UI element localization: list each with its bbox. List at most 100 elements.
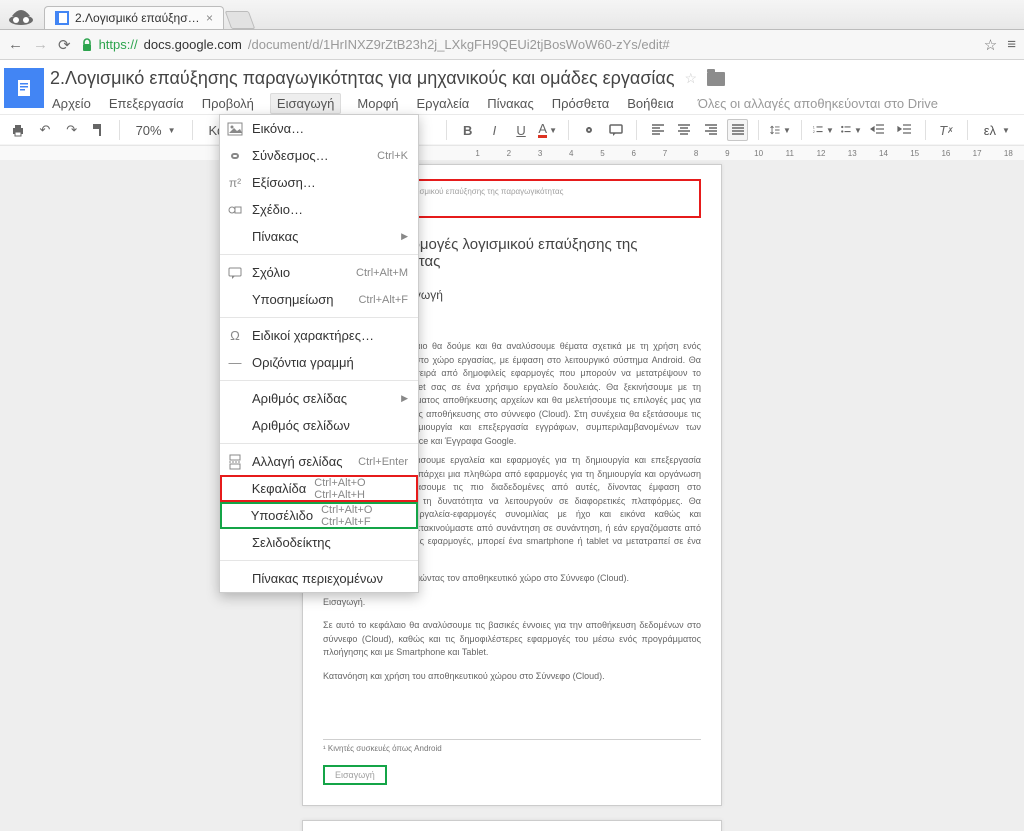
close-tab-icon[interactable]: × [206,11,213,25]
ruler-tick: 5 [587,149,618,158]
ruler-tick: 6 [618,149,649,158]
menu-insert[interactable]: Εισαγωγή [270,93,341,114]
link-icon [226,147,244,165]
menu-item-label: Εξίσωση… [252,175,408,190]
new-tab-button[interactable] [225,11,256,29]
blank-icon [226,417,244,435]
menu-bar: Αρχείο Επεξεργασία Προβολή Εισαγωγή Μορφ… [50,93,1024,114]
menu-item-πίνακας-περιεχομένων[interactable]: Πίνακας περιεχομένων [220,565,418,592]
folder-icon[interactable] [707,72,725,86]
svg-text:2: 2 [813,130,815,134]
menu-item-οριζόντια-γραμμή[interactable]: —Οριζόντια γραμμή [220,349,418,376]
menu-item-shortcut: Ctrl+Alt+F [358,294,408,306]
menu-addons[interactable]: Πρόσθετα [550,93,612,114]
menu-item-σχόλιο[interactable]: Σχόλιο Ctrl+Alt+M [220,259,418,286]
menu-help[interactable]: Βοήθεια [625,93,676,114]
input-tools-button[interactable]: ελ▼ [978,123,1016,138]
docs-app-icon[interactable] [4,68,44,108]
menu-item-αριθμός-σελίδων[interactable]: Αριθμός σελίδων [220,412,418,439]
menu-item-σχέδιο-[interactable]: Σχέδιο… [220,196,418,223]
lang-value: ελ [984,123,996,138]
menu-item-label: Σχόλιο [252,265,348,280]
menu-item-κεφαλίδα[interactable]: ΚεφαλίδαCtrl+Alt+O Ctrl+Alt+H [220,475,418,502]
menu-item-label: Υποσημείωση [252,292,350,307]
ruler-tick: 3 [524,149,555,158]
zoom-select[interactable]: 70%▼ [130,123,182,138]
ruler-tick: 13 [837,149,868,158]
undo-button[interactable]: ↶ [35,119,56,141]
forward-button[interactable]: → [33,36,48,54]
insert-comment-button[interactable] [606,119,627,141]
url-path: /document/d/1HrINXZ9rZtB23h2j_LXkgFH9QEU… [248,37,670,52]
print-button[interactable] [8,119,29,141]
menu-item-εξίσωση-[interactable]: π² Εξίσωση… [220,169,418,196]
menu-format[interactable]: Μορφή [355,93,400,114]
doc-title[interactable]: 2.Λογισμικό επαύξησης παραγωγικότητας γι… [50,68,675,89]
menu-item-υποσέλιδο[interactable]: ΥποσέλιδοCtrl+Alt+O Ctrl+Alt+F [220,502,418,529]
url-host: docs.google.com [144,37,242,52]
star-icon[interactable]: ☆ [685,70,698,87]
docs-header: 2.Λογισμικό επαύξησης παραγωγικότητας γι… [0,60,1024,114]
reload-button[interactable]: ⟳ [58,36,71,54]
decrease-indent-button[interactable] [868,119,889,141]
intro-word-2: Εισαγωγή. [323,596,701,610]
footnote: ¹ Κινητές συσκευές όπως Android [323,739,701,753]
menu-item-ειδικοί-χαρακτήρες-[interactable]: ΩΕιδικοί χαρακτήρες… [220,322,418,349]
menu-item-shortcut: Ctrl+Alt+O Ctrl+Alt+F [321,504,406,528]
menu-item-label: Ειδικοί χαρακτήρες… [252,328,408,343]
clear-formatting-button[interactable]: T✗ [936,119,957,141]
url-field[interactable]: https://docs.google.com/document/d/1HrIN… [81,37,974,52]
menu-item-label: Πίνακας [252,229,393,244]
ruler-tick: 8 [681,149,712,158]
tab-title: 2.Λογισμικό επαύξησης π [75,11,200,25]
menu-table[interactable]: Πίνακας [485,93,535,114]
menu-file[interactable]: Αρχείο [50,93,93,114]
menu-separator [220,560,418,561]
body-paragraph: Κατανόηση και χρήση του αποθηκευτικού χώ… [323,670,701,684]
menu-item-εικόνα-[interactable]: Εικόνα… [220,115,418,142]
document-page[interactable]: Μέρος Ι: Εφαρμογές λογισμικού επαύξησης … [302,820,722,831]
menu-item-label: Αριθμός σελίδων [252,418,408,433]
bold-button[interactable]: B [457,119,478,141]
bulleted-list-button[interactable]: ▼ [840,119,862,141]
menu-item-shortcut: Ctrl+Alt+M [356,267,408,279]
line-spacing-button[interactable]: ▼ [769,119,791,141]
menu-item-σύνδεσμος-[interactable]: Σύνδεσμος…Ctrl+K [220,142,418,169]
document-workspace[interactable]: 123456789101112131415161718 Μέρος Ι: Εφα… [0,146,1024,831]
italic-button[interactable]: I [484,119,505,141]
underline-button[interactable]: U [511,119,532,141]
align-right-button[interactable] [701,119,722,141]
browser-tab[interactable]: 2.Λογισμικό επαύξησης π × [44,6,224,29]
align-justify-button[interactable] [727,119,748,141]
menu-item-υποσημείωση[interactable]: Υποσημείωση Ctrl+Alt+F [220,286,418,313]
align-center-button[interactable] [674,119,695,141]
menu-item-αριθμός-σελίδας[interactable]: Αριθμός σελίδας▶ [220,385,418,412]
browser-menu-icon[interactable]: ≡ [1007,36,1016,54]
zoom-value: 70% [136,123,162,138]
docs-favicon [55,11,69,25]
increase-indent-button[interactable] [895,119,916,141]
pagebreak-icon [226,453,244,471]
numbered-list-button[interactable]: 12▼ [812,119,834,141]
paint-format-button[interactable] [88,119,109,141]
blank-icon [228,480,244,498]
menu-item-αλλαγή-σελίδας[interactable]: Αλλαγή σελίδαςCtrl+Enter [220,448,418,475]
ruler-tick: 7 [649,149,680,158]
ruler-tick: 2 [493,149,524,158]
menu-edit[interactable]: Επεξεργασία [107,93,186,114]
menu-item-σελιδοδείκτης[interactable]: Σελιδοδείκτης [220,529,418,556]
back-button[interactable]: ← [8,36,23,54]
redo-button[interactable]: ↷ [61,119,82,141]
blank-icon [226,570,244,588]
menu-item-shortcut: Ctrl+Enter [358,456,408,468]
insert-link-button[interactable] [579,119,600,141]
menu-item-πίνακας[interactable]: Πίνακας▶ [220,223,418,250]
menu-tools[interactable]: Εργαλεία [415,93,472,114]
align-left-button[interactable] [647,119,668,141]
bookmark-star-icon[interactable]: ☆ [984,36,997,54]
menu-view[interactable]: Προβολή [200,93,256,114]
ruler-tick: 11 [774,149,805,158]
pi-icon: π² [226,174,244,192]
menu-item-label: Σύνδεσμος… [252,148,369,163]
text-color-button[interactable]: A▼ [537,119,558,141]
